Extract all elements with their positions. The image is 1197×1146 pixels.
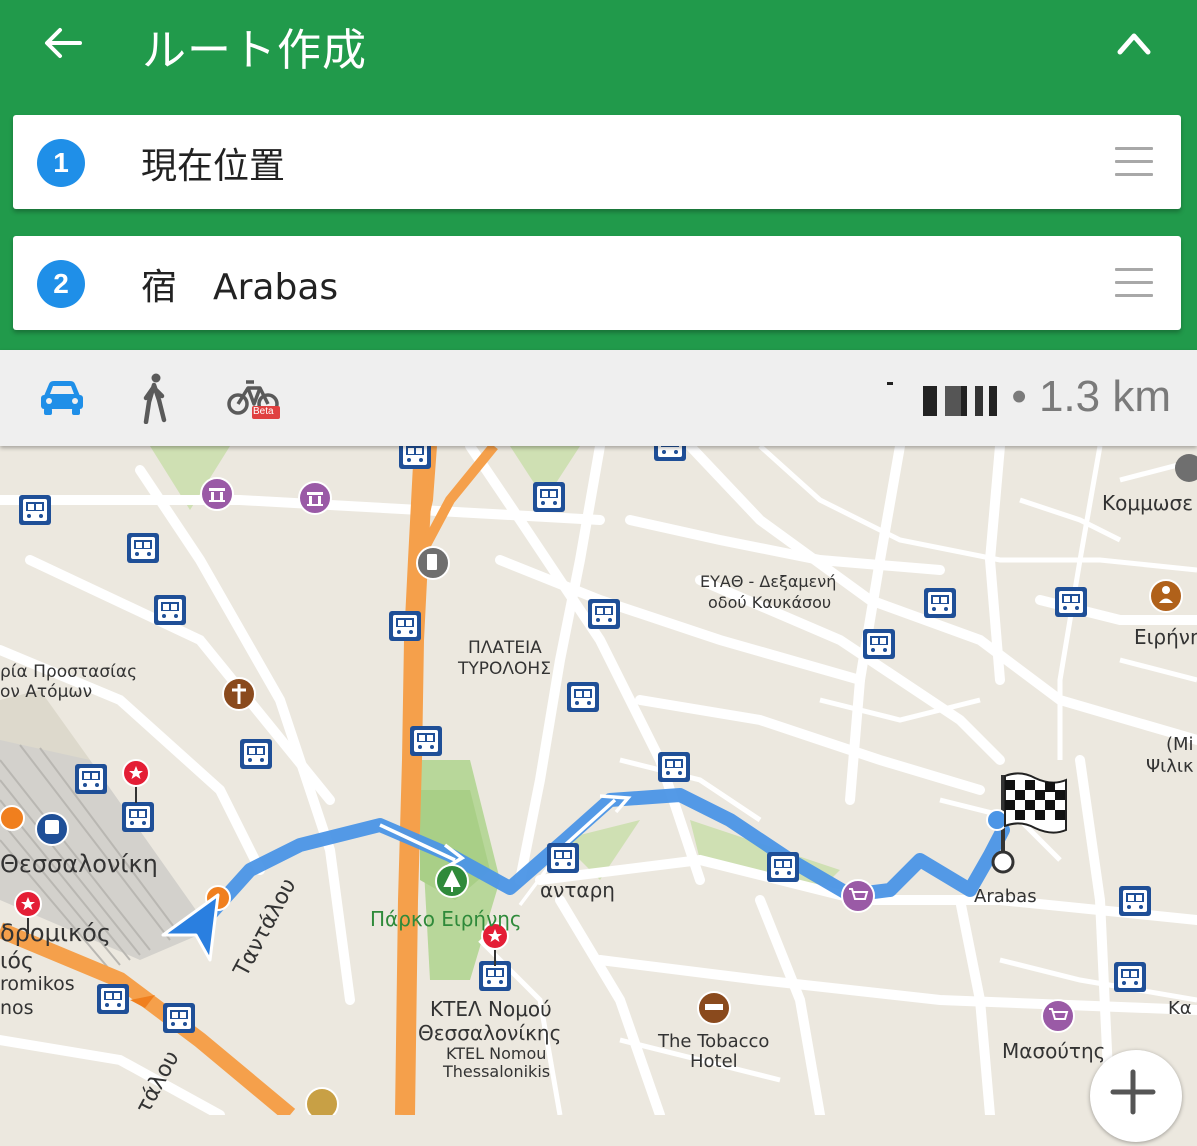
transport-mode-bar: Beta • 1.3 km bbox=[0, 350, 1197, 446]
map-label: (Mi bbox=[1166, 734, 1194, 755]
beta-badge: Beta bbox=[253, 406, 274, 417]
redacted-time-mark bbox=[887, 381, 894, 385]
map-label: δρομικός bbox=[0, 919, 111, 947]
map-label: nos bbox=[0, 997, 34, 1019]
drag-handle-icon[interactable] bbox=[1115, 268, 1153, 298]
route-summary: • 1.3 km bbox=[887, 372, 1171, 422]
plus-icon bbox=[1110, 1069, 1156, 1115]
app-header: ルート作成 1 現在位置 2 宿 Arabas bbox=[0, 0, 1197, 350]
map-label: ΕΥΑΘ - Δεξαμενή bbox=[700, 572, 836, 591]
chevron-up-icon[interactable] bbox=[1112, 22, 1156, 62]
map-label: ΚΤΕΛ Νομού bbox=[430, 997, 552, 1021]
waypoint-label[interactable]: 宿 Arabas bbox=[141, 258, 338, 310]
car-mode-icon[interactable] bbox=[38, 378, 86, 418]
waypoint-number-badge: 1 bbox=[37, 139, 85, 187]
map-label: Hotel bbox=[690, 1051, 738, 1072]
walk-mode-icon[interactable] bbox=[140, 372, 170, 424]
map-label: ανταρη bbox=[540, 878, 615, 902]
street-label: τάλου bbox=[131, 1047, 185, 1115]
map-label: Θεσσαλονίκη bbox=[0, 850, 158, 878]
page-title: ルート作成 bbox=[142, 25, 367, 76]
map-label: Πάρκο Ειρήνης bbox=[370, 907, 522, 931]
drag-handle-icon[interactable] bbox=[1115, 147, 1153, 177]
map-label: οδού Καυκάσου bbox=[708, 593, 831, 612]
destination-label: Arabas bbox=[974, 886, 1037, 907]
redacted-duration bbox=[923, 386, 1002, 416]
zoom-in-button[interactable] bbox=[1090, 1050, 1182, 1142]
map-label: ΤΥΡΟΛΟΗΣ bbox=[457, 659, 551, 679]
map-label: KTEL Nomou bbox=[446, 1044, 546, 1063]
map-label: Θεσσαλονίκης bbox=[418, 1021, 561, 1045]
map-label: ΠΛΑΤΕΙΑ bbox=[468, 638, 542, 658]
map-label: Κα bbox=[1168, 998, 1192, 1019]
waypoint-destination[interactable]: 2 宿 Arabas bbox=[13, 236, 1181, 330]
map-label: ιός bbox=[0, 949, 34, 974]
waypoint-label[interactable]: 現在位置 bbox=[141, 137, 285, 189]
map-label: ρία Προστασίας bbox=[0, 662, 137, 682]
map-label: Ειρήνη bbox=[1134, 625, 1197, 649]
waypoint-start[interactable]: 1 現在位置 bbox=[13, 115, 1181, 209]
map-label: Ψιλικ bbox=[1146, 756, 1194, 777]
map-canvas[interactable]: Κομμωσε ΕΥΑΘ - Δεξαμενή οδού Καυκάσου ΠΛ… bbox=[0, 446, 1197, 1115]
map-view[interactable]: Κομμωσε ΕΥΑΘ - Δεξαμενή οδού Καυκάσου ΠΛ… bbox=[0, 446, 1197, 1115]
map-label: romikos bbox=[0, 973, 75, 995]
route-distance: • 1.3 km bbox=[1011, 372, 1171, 421]
map-label: Κομμωσε bbox=[1102, 491, 1193, 515]
map-label: Thessalonikis bbox=[442, 1062, 550, 1081]
map-label: ον Ατόμων bbox=[0, 682, 92, 702]
map-label: The Tobacco bbox=[657, 1031, 769, 1052]
waypoint-number-badge: 2 bbox=[37, 260, 85, 308]
back-arrow-icon[interactable] bbox=[38, 18, 88, 68]
